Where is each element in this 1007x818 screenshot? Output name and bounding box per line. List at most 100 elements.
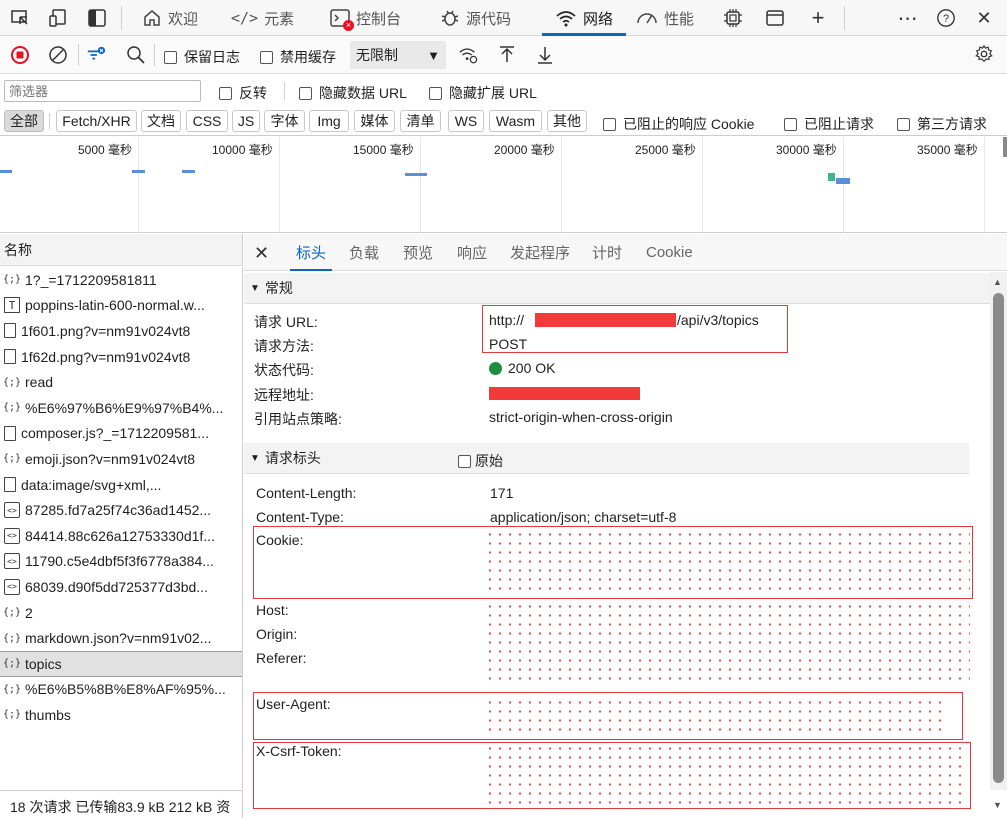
type-media[interactable]: 媒体 [354,110,395,132]
request-row[interactable]: {;} thumbs [0,702,242,728]
checkbox[interactable] [164,50,177,64]
checkbox[interactable] [603,117,616,131]
request-row[interactable]: {;} topics [0,650,242,677]
checkbox[interactable] [299,86,312,100]
record-icon[interactable] [10,45,30,65]
device-emulation-icon[interactable] [48,8,68,28]
tab-console[interactable]: × 控制台 [326,0,405,36]
dock-side-icon[interactable] [87,8,107,28]
close-detail-icon[interactable]: ✕ [254,243,269,264]
general-section-header[interactable]: ▼ 常规 [244,273,990,304]
request-row[interactable]: {;} 1?_=1712209581811 [0,267,242,293]
request-row[interactable]: data:image/svg+xml,... [0,472,242,498]
request-headers-section-header[interactable]: ▼ 请求标头 原始 [244,443,969,474]
more-options-icon[interactable]: ⋯ [898,8,918,30]
request-name: 87285.fd7a25f74c36ad1452... [25,502,212,519]
scroll-down-icon[interactable]: ▼ [993,800,1002,810]
throttle-select[interactable]: 无限制 ▼ [350,41,446,69]
tab-initiator[interactable]: 发起程序 [510,234,570,271]
settings-gear-icon[interactable] [974,44,994,64]
type-all[interactable]: 全部 [4,110,44,132]
tab-cookies[interactable]: Cookie [646,234,693,271]
network-conditions-icon[interactable] [458,45,478,65]
tab-performance[interactable]: 性能 [632,0,698,36]
checkbox[interactable] [897,117,910,131]
raw-toggle-checkbox[interactable]: 原始 [458,451,503,471]
type-doc[interactable]: 文档 [141,110,181,132]
disable-cache-checkbox[interactable]: 禁用缓存 [260,47,336,67]
request-row[interactable]: {;} markdown.json?v=nm91v02... [0,625,242,651]
scroll-up-icon[interactable]: ▲ [993,277,1002,287]
third-party-checkbox[interactable]: 第三方请求 [897,114,987,134]
section-title: 请求标头 [264,450,321,466]
tab-sources[interactable]: 源代码 [436,0,515,36]
request-row[interactable]: {;} %E6%B5%8B%E8%AF%95%... [0,677,242,703]
network-overview-timeline[interactable]: 5000 毫秒 10000 毫秒 15000 毫秒 20000 毫秒 25000… [0,137,1007,233]
request-row[interactable]: <> 87285.fd7a25f74c36ad1452... [0,497,242,523]
type-manifest[interactable]: 清单 [400,110,441,132]
clear-icon[interactable] [48,45,68,65]
tab-headers[interactable]: 标头 [289,234,333,271]
request-row[interactable]: {;} 2 [0,600,242,626]
request-row[interactable]: <> 68039.d90f5dd725377d3bd... [0,574,242,600]
request-row[interactable]: 1f62d.png?v=nm91v024vt8 [0,344,242,370]
filter-icon[interactable] [86,45,106,65]
tab-payload[interactable]: 负载 [349,234,379,271]
search-icon[interactable] [126,45,146,65]
blocked-cookie-checkbox[interactable]: 已阻止的响应 Cookie [603,114,754,134]
preserve-log-checkbox[interactable]: 保留日志 [164,47,240,67]
request-row[interactable]: 1f601.png?v=nm91v024vt8 [0,318,242,344]
script-file-icon: <> [4,553,20,570]
help-icon[interactable]: ? [936,8,956,28]
filter-input[interactable] [4,80,201,102]
checkbox[interactable] [458,454,471,468]
checkbox[interactable] [429,86,442,100]
tab-timing[interactable]: 计时 [592,234,622,271]
list-header-name[interactable]: 名称 [0,234,243,266]
inspect-icon[interactable] [10,8,30,28]
application-icon[interactable] [765,8,785,28]
tab-elements[interactable]: </> 元素 [227,0,298,36]
tab-welcome[interactable]: 欢迎 [138,0,202,36]
request-row[interactable]: Tpoppins-latin-600-normal.w... [0,293,242,319]
blocked-requests-checkbox[interactable]: 已阻止请求 [784,114,874,134]
type-css[interactable]: CSS [186,110,228,132]
hide-data-url-checkbox[interactable]: 隐藏数据 URL [299,83,407,103]
fetch-xhr-icon: {;} [2,683,22,695]
request-row[interactable]: composer.js?_=1712209581... [0,421,242,447]
checkbox[interactable] [260,50,273,64]
tab-response[interactable]: 响应 [457,234,487,271]
type-other[interactable]: 其他 [547,110,587,132]
memory-icon[interactable] [723,8,743,28]
request-row[interactable]: <> 84414.88c626a12753330d1f... [0,523,242,549]
timeline-overview-handle[interactable] [1003,137,1007,157]
header-key: Content-Type: [256,509,344,525]
header-value: 171 [490,485,514,501]
type-ws[interactable]: WS [448,110,484,132]
scrollbar-thumb[interactable] [993,293,1004,783]
third-party-label: 第三方请求 [917,116,987,132]
invert-checkbox[interactable]: 反转 [219,83,267,103]
header-key: X-Csrf-Token: [256,743,342,759]
type-js[interactable]: JS [232,110,260,132]
type-img[interactable]: Img [309,110,349,132]
close-devtools-icon[interactable]: ✕ [974,8,994,28]
hide-extension-url-checkbox[interactable]: 隐藏扩展 URL [429,83,537,103]
export-har-icon[interactable] [535,45,555,65]
type-wasm[interactable]: Wasm [489,110,542,132]
header-key: Content-Length: [256,485,357,501]
redacted-csrf-token [485,744,969,806]
import-har-icon[interactable] [497,45,517,65]
request-row[interactable]: {;} read [0,369,242,395]
request-row[interactable]: {;} emoji.json?v=nm91v024vt8 [0,446,242,472]
checkbox[interactable] [219,86,232,100]
type-fetch-xhr[interactable]: Fetch/XHR [56,110,137,132]
request-name: %E6%97%B6%E9%97%B4%... [25,399,224,416]
add-tab-icon[interactable]: + [808,5,828,30]
request-row[interactable]: {;} %E6%97%B6%E9%97%B4%... [0,395,242,421]
tab-network[interactable]: 网络 [542,0,626,36]
request-row[interactable]: <> 11790.c5e4dbf5f3f6778a384... [0,549,242,575]
checkbox[interactable] [784,117,797,131]
type-font[interactable]: 字体 [264,110,305,132]
tab-preview[interactable]: 预览 [403,234,433,271]
